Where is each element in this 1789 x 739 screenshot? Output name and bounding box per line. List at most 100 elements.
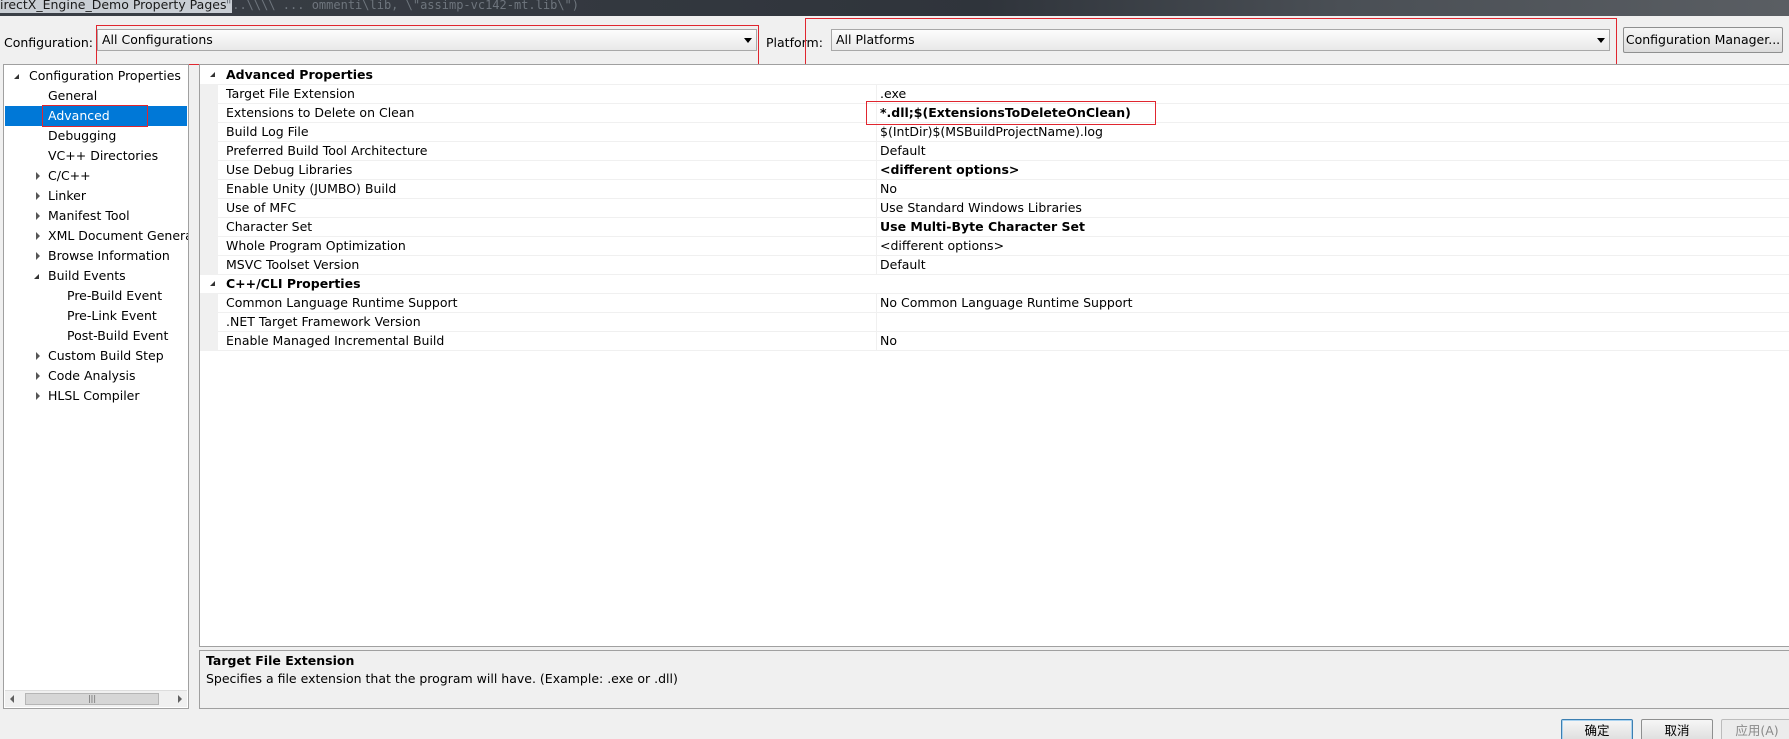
row-gutter bbox=[200, 218, 218, 237]
property-tree[interactable]: Configuration Properties General Advance… bbox=[3, 64, 189, 709]
tree-item-xml-document-generator[interactable]: XML Document Generat bbox=[4, 226, 188, 246]
tree-item-pre-build-event[interactable]: Pre-Build Event bbox=[4, 286, 188, 306]
title-bar: irectX_Engine_Demo Property Pages "..\\\… bbox=[0, 0, 1789, 16]
property-value: $(IntDir)$(MSBuildProjectName).log bbox=[880, 124, 1103, 139]
collapsed-arrow-icon bbox=[36, 192, 40, 200]
collapsed-arrow-icon bbox=[36, 252, 40, 260]
property-value: <different options> bbox=[880, 238, 1005, 253]
property-value: No bbox=[880, 333, 897, 348]
description-title: Target File Extension bbox=[206, 653, 355, 668]
column-divider bbox=[876, 161, 877, 180]
tree-item-manifest-tool[interactable]: Manifest Tool bbox=[4, 206, 188, 226]
property-value: No bbox=[880, 181, 897, 196]
property-value: No Common Language Runtime Support bbox=[880, 295, 1133, 310]
tree-item-configuration-properties[interactable]: Configuration Properties bbox=[4, 66, 188, 86]
property-name: MSVC Toolset Version bbox=[226, 257, 360, 272]
column-divider bbox=[876, 123, 877, 142]
configuration-dropdown[interactable]: All Configurations bbox=[97, 29, 757, 51]
collapsed-arrow-icon bbox=[36, 392, 40, 400]
window-title: irectX_Engine_Demo Property Pages bbox=[0, 0, 233, 13]
tree-horizontal-scrollbar[interactable]: ||| bbox=[5, 690, 187, 707]
tree-item-pre-link-event[interactable]: Pre-Link Event bbox=[4, 306, 188, 326]
row-gutter bbox=[200, 237, 218, 256]
cancel-button[interactable]: 取消 bbox=[1641, 719, 1713, 739]
property-name: Target File Extension bbox=[226, 86, 355, 101]
tree-item-vc-directories[interactable]: VC++ Directories bbox=[4, 146, 188, 166]
tree-item-general[interactable]: General bbox=[4, 86, 188, 106]
property-value: Use Standard Windows Libraries bbox=[880, 200, 1082, 215]
property-row[interactable]: Whole Program Optimization <different op… bbox=[200, 237, 1789, 256]
property-row[interactable]: Build Log File $(IntDir)$(MSBuildProject… bbox=[200, 123, 1789, 142]
property-grid[interactable]: Advanced Properties Target File Extensio… bbox=[199, 64, 1789, 647]
property-name: .NET Target Framework Version bbox=[226, 314, 421, 329]
row-gutter bbox=[200, 123, 218, 142]
property-row[interactable]: Preferred Build Tool Architecture Defaul… bbox=[200, 142, 1789, 161]
collapsed-arrow-icon bbox=[36, 212, 40, 220]
tree-item-code-analysis[interactable]: Code Analysis bbox=[4, 366, 188, 386]
property-value: Default bbox=[880, 257, 926, 272]
property-row[interactable]: Character Set Use Multi-Byte Character S… bbox=[200, 218, 1789, 237]
tree-item-browse-information[interactable]: Browse Information bbox=[4, 246, 188, 266]
property-name: Use of MFC bbox=[226, 200, 297, 215]
property-name: Common Language Runtime Support bbox=[226, 295, 458, 310]
tree-item-post-build-event[interactable]: Post-Build Event bbox=[4, 326, 188, 346]
property-name: Build Log File bbox=[226, 124, 309, 139]
row-gutter bbox=[200, 142, 218, 161]
row-gutter bbox=[200, 104, 218, 123]
column-divider bbox=[876, 180, 877, 199]
property-name: Character Set bbox=[226, 219, 313, 234]
collapsed-arrow-icon bbox=[36, 232, 40, 240]
configuration-manager-button[interactable]: Configuration Manager... bbox=[1623, 27, 1783, 53]
tree-item-c-cpp[interactable]: C/C++ bbox=[4, 166, 188, 186]
expanded-arrow-icon bbox=[210, 281, 215, 286]
property-value: .exe bbox=[880, 86, 907, 101]
property-row[interactable]: .NET Target Framework Version bbox=[200, 313, 1789, 332]
property-value: Default bbox=[880, 143, 926, 158]
property-row[interactable]: Enable Unity (JUMBO) Build No bbox=[200, 180, 1789, 199]
column-divider bbox=[876, 218, 877, 237]
description-panel: Target File Extension Specifies a file e… bbox=[199, 650, 1789, 709]
scroll-right-arrow-icon[interactable] bbox=[178, 695, 182, 703]
property-row[interactable]: MSVC Toolset Version Default bbox=[200, 256, 1789, 275]
tree-item-hlsl-compiler[interactable]: HLSL Compiler bbox=[4, 386, 188, 406]
property-row[interactable]: Enable Managed Incremental Build No bbox=[200, 332, 1789, 351]
collapsed-arrow-icon bbox=[36, 172, 40, 180]
property-name: Use Debug Libraries bbox=[226, 162, 353, 177]
row-gutter bbox=[200, 180, 218, 199]
row-gutter bbox=[200, 256, 218, 275]
expanded-arrow-icon bbox=[34, 274, 39, 279]
property-name: Preferred Build Tool Architecture bbox=[226, 143, 428, 158]
property-row[interactable]: Common Language Runtime Support No Commo… bbox=[200, 294, 1789, 313]
property-row[interactable]: Use of MFC Use Standard Windows Librarie… bbox=[200, 199, 1789, 218]
tree-item-advanced[interactable]: Advanced bbox=[5, 106, 187, 126]
row-gutter bbox=[200, 313, 218, 332]
category-advanced-properties[interactable]: Advanced Properties bbox=[200, 66, 1789, 85]
platform-dropdown[interactable]: All Platforms bbox=[831, 29, 1610, 51]
ok-button[interactable]: 确定 bbox=[1561, 719, 1633, 739]
platform-label: Platform: bbox=[766, 35, 823, 50]
apply-button[interactable]: 应用(A) bbox=[1721, 719, 1789, 739]
configuration-label: Configuration: bbox=[4, 35, 93, 50]
tree-item-linker[interactable]: Linker bbox=[4, 186, 188, 206]
tree-item-custom-build-step[interactable]: Custom Build Step bbox=[4, 346, 188, 366]
column-divider bbox=[876, 294, 877, 313]
scrollbar-thumb[interactable]: ||| bbox=[25, 693, 159, 705]
column-divider bbox=[876, 237, 877, 256]
tree-item-debugging[interactable]: Debugging bbox=[4, 126, 188, 146]
property-row[interactable]: Extensions to Delete on Clean *.dll;$(Ex… bbox=[200, 104, 1789, 123]
row-gutter bbox=[200, 161, 218, 180]
scroll-left-arrow-icon[interactable] bbox=[10, 695, 14, 703]
category-cpp-cli-properties[interactable]: C++/CLI Properties bbox=[200, 275, 1789, 294]
column-divider bbox=[876, 85, 877, 104]
chevron-down-icon bbox=[744, 38, 752, 43]
property-row[interactable]: Target File Extension .exe bbox=[200, 85, 1789, 104]
column-divider bbox=[876, 142, 877, 161]
property-row[interactable]: Use Debug Libraries <different options> bbox=[200, 161, 1789, 180]
row-gutter bbox=[200, 199, 218, 218]
row-gutter bbox=[200, 294, 218, 313]
column-divider bbox=[876, 199, 877, 218]
tree-item-build-events[interactable]: Build Events bbox=[4, 266, 188, 286]
background-code-ghost: "..\\\\ ... ommenti\lib, \"assimp-vc142-… bbox=[225, 0, 580, 12]
expanded-arrow-icon bbox=[210, 72, 215, 77]
property-name: Enable Managed Incremental Build bbox=[226, 333, 445, 348]
